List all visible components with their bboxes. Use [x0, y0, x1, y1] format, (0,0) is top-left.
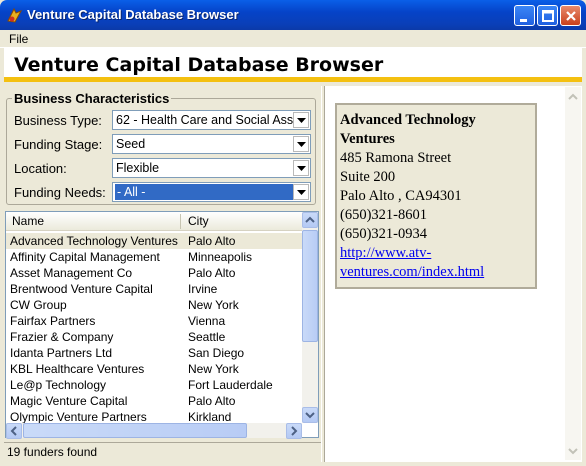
table-row[interactable]: Le@p Technology Fort Lauderdale: [6, 377, 302, 393]
cell-name: Fairfax Partners: [10, 314, 96, 328]
table-row[interactable]: Brentwood Venture Capital Irvine: [6, 281, 302, 297]
menu-bar: [0, 30, 586, 48]
cell-name: Affinity Capital Management: [10, 250, 160, 264]
table-horizontal-scrollbar[interactable]: [6, 423, 302, 439]
table-row[interactable]: KBL Healthcare Ventures New York: [6, 361, 302, 377]
funding-needs-label: Funding Needs:: [14, 185, 106, 200]
cell-city: New York: [188, 298, 239, 312]
funding-stage-select[interactable]: Seed: [112, 134, 311, 154]
table-row[interactable]: Advanced Technology Ventures Palo Alto: [6, 233, 302, 249]
city-state-zip: Palo Alto , CA94301: [340, 188, 462, 204]
column-header-name[interactable]: Name: [12, 214, 44, 228]
street-address: 485 Ramona Street: [340, 150, 452, 166]
table-row[interactable]: CW Group New York: [6, 297, 302, 313]
table-header: [6, 212, 302, 231]
table-vertical-scrollbar[interactable]: [302, 212, 318, 423]
cell-name: Le@p Technology: [10, 378, 107, 392]
cell-name: Olympic Venture Partners: [10, 410, 147, 424]
cell-name: CW Group: [10, 298, 67, 312]
close-button[interactable]: [560, 5, 581, 26]
cell-city: Palo Alto: [188, 266, 236, 280]
chevron-down-icon[interactable]: [293, 136, 309, 152]
phone-number: (650)321-8601: [340, 207, 427, 223]
funding-stage-value: Seed: [116, 137, 146, 151]
website-link-line2[interactable]: ventures.com/index.html: [340, 264, 484, 281]
funding-needs-value: - All -: [115, 184, 295, 200]
scroll-up-button[interactable]: [302, 212, 318, 228]
location-label: Location:: [14, 161, 67, 176]
cell-name: Magic Venture Capital: [10, 394, 128, 408]
business-type-label: Business Type:: [14, 113, 102, 128]
maximize-button[interactable]: [537, 5, 558, 26]
chevron-down-icon[interactable]: [293, 184, 309, 200]
cell-name: KBL Healthcare Ventures: [10, 362, 145, 376]
funding-needs-select[interactable]: - All -: [112, 182, 311, 202]
scroll-down-icon[interactable]: [567, 445, 579, 459]
chevron-down-icon[interactable]: [293, 112, 309, 128]
cell-name: Frazier & Company: [10, 330, 114, 344]
funder-name-line2: Ventures: [340, 131, 395, 147]
website-link-line1[interactable]: http://www.atv-: [340, 245, 431, 262]
cell-name: Asset Management Co: [10, 266, 133, 280]
funding-stage-label: Funding Stage:: [14, 137, 103, 152]
scroll-thumb[interactable]: [302, 230, 318, 342]
business-type-select[interactable]: 62 - Health Care and Social Assistance: [112, 110, 311, 130]
minimize-button[interactable]: [514, 5, 535, 26]
table-row[interactable]: Idanta Partners Ltd San Diego: [6, 345, 302, 361]
detail-vertical-scrollbar[interactable]: [565, 87, 581, 460]
app-icon[interactable]: [6, 7, 23, 24]
scroll-right-button[interactable]: [286, 423, 302, 439]
table-row[interactable]: Frazier & Company Seattle: [6, 329, 302, 345]
page-title: Venture Capital Database Browser: [14, 54, 384, 76]
table-row[interactable]: Magic Venture Capital Palo Alto: [6, 393, 302, 409]
scroll-left-button[interactable]: [6, 423, 22, 439]
column-divider[interactable]: [180, 214, 181, 229]
cell-city: Irvine: [188, 282, 218, 296]
cell-city: Seattle: [188, 330, 226, 344]
location-select[interactable]: Flexible: [112, 158, 311, 178]
cell-city: San Diego: [188, 346, 245, 360]
cell-name: Advanced Technology Ventures: [10, 234, 178, 248]
cell-city: Fort Lauderdale: [188, 378, 273, 392]
cell-city: Palo Alto: [188, 234, 236, 248]
location-value: Flexible: [116, 161, 160, 175]
cell-city: Palo Alto: [188, 394, 236, 408]
fax-number: (650)321-0934: [340, 226, 427, 242]
suite: Suite 200: [340, 169, 396, 185]
cell-city: New York: [188, 362, 239, 376]
group-legend: Business Characteristics: [12, 91, 172, 106]
business-type-value: 62 - Health Care and Social Assistance: [116, 113, 294, 127]
cell-city: Kirkland: [188, 410, 232, 424]
column-header-city[interactable]: City: [188, 214, 209, 228]
scroll-up-icon[interactable]: [567, 91, 579, 105]
table-row[interactable]: Fairfax Partners Vienna: [6, 313, 302, 329]
cell-city: Vienna: [188, 314, 226, 328]
table-row[interactable]: Affinity Capital Management Minneapolis: [6, 249, 302, 265]
window-title: Venture Capital Database Browser: [27, 7, 239, 22]
table-row[interactable]: Asset Management Co Palo Alto: [6, 265, 302, 281]
cell-name: Idanta Partners Ltd: [10, 346, 113, 360]
menu-file[interactable]: File: [9, 32, 28, 46]
funder-name-line1: Advanced Technology: [340, 112, 476, 128]
chevron-down-icon[interactable]: [293, 160, 309, 176]
scroll-thumb[interactable]: [23, 423, 247, 438]
status-text: 19 funders found: [7, 445, 98, 459]
cell-city: Minneapolis: [188, 250, 253, 264]
scroll-down-button[interactable]: [302, 407, 318, 423]
cell-name: Brentwood Venture Capital: [10, 282, 153, 296]
